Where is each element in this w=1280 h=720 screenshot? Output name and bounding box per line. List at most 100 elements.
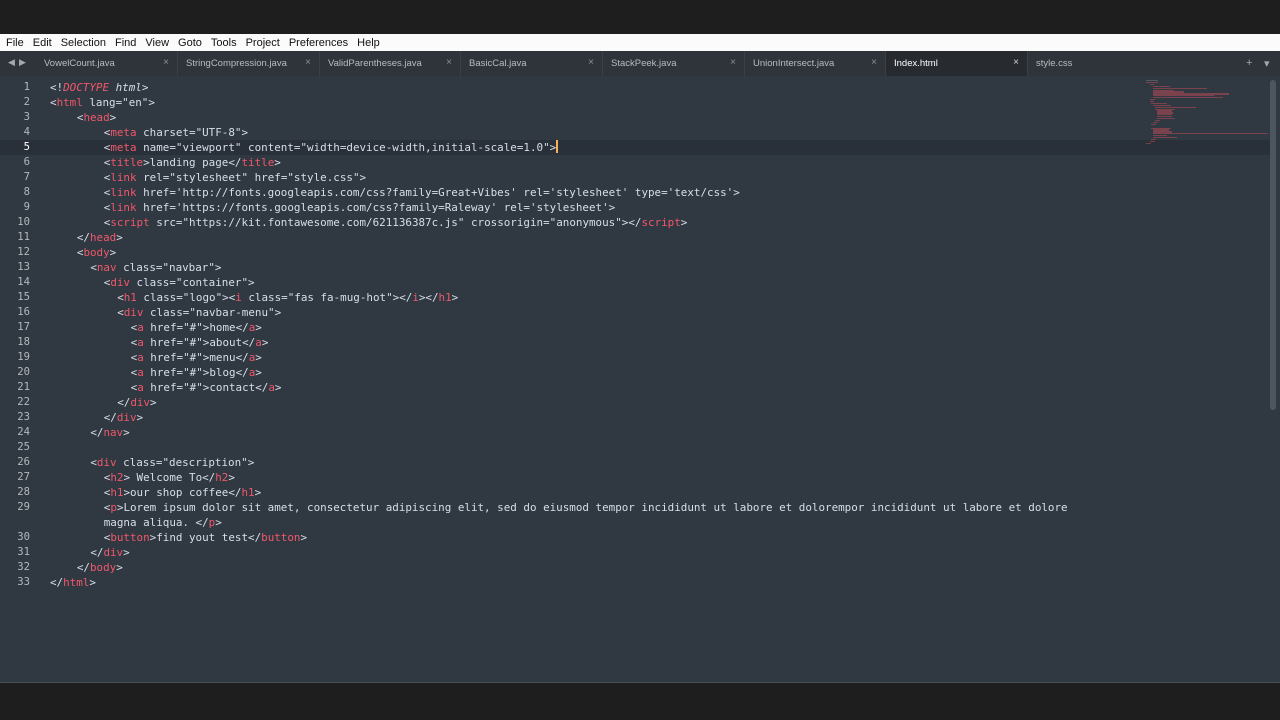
code-token: </ [255,381,269,394]
code-line[interactable]: </body> [77,560,123,575]
code-line[interactable]: <link rel="stylesheet" href="style.css"> [104,170,366,185]
tab-stringcompression[interactable]: StringCompression.java × [178,51,320,76]
code-line[interactable]: <nav class="navbar"> [90,260,221,275]
line-number: 16 [17,306,30,318]
menu-file[interactable]: File [3,37,27,49]
menu-selection[interactable]: Selection [58,37,109,49]
code-line[interactable]: <a href="#">about</a> [131,335,269,350]
code-token: </ [242,336,256,349]
code-line[interactable]: <!DOCTYPE html> [50,80,148,95]
minimap[interactable] [1146,80,1268,150]
close-icon[interactable]: × [163,57,169,68]
code-line[interactable]: <a href="#">contact</a> [131,380,282,395]
code-token: </ [117,396,131,409]
code-token: 'stylesheet' [529,201,609,214]
code-token: </ [202,471,216,484]
code-line[interactable]: <meta name="viewport" content="width=dev… [104,140,559,155]
code-line[interactable]: <div class="description"> [90,455,254,470]
code-token: "navbar" [162,261,215,274]
code-token: h2 [215,471,229,484]
code-line[interactable]: <meta charset="UTF-8"> [104,125,248,140]
code-line[interactable]: <title>landing page</title> [104,155,281,170]
code-token: > [359,171,367,184]
code-line[interactable]: </div> [104,410,143,425]
tab-scroll-right-icon[interactable]: ▶ [19,57,26,68]
code-line[interactable]: <script src="https://kit.fontawesome.com… [104,215,688,230]
menu-preferences[interactable]: Preferences [286,37,351,49]
code-line[interactable]: <a href="#">blog</a> [131,365,262,380]
tab-unionintersect[interactable]: UnionIntersect.java × [745,51,886,76]
tab-list-icon[interactable]: ▾ [1264,57,1270,70]
tab-stackpeek[interactable]: StackPeek.java × [603,51,745,76]
tab-scroll-left-icon[interactable]: ◀ [8,57,15,68]
code-line[interactable]: magna aliqua. </p> [104,515,222,530]
code-token: "style.css" [287,171,360,184]
code-token: src= [149,216,183,229]
code-line[interactable]: <html lang="en"> [50,95,155,110]
menu-help[interactable]: Help [354,37,383,49]
tab-validparentheses[interactable]: ValidParentheses.java × [320,51,461,76]
close-icon[interactable]: × [730,57,736,68]
line-number: 23 [17,411,30,423]
code-line[interactable]: </div> [90,545,129,560]
close-icon[interactable]: × [588,57,594,68]
code-token: > [149,396,157,409]
close-icon[interactable]: × [305,57,311,68]
code-token: "navbar-menu" [189,306,275,319]
code-line[interactable]: <h1 class="logo"><i class="fas fa-mug-ho… [117,290,458,305]
code-line[interactable]: <a href="#">menu</a> [131,350,262,365]
code-line[interactable]: </nav> [90,425,129,440]
code-line[interactable]: <link href='https://fonts.googleapis.com… [104,200,615,215]
line-number: 12 [17,246,30,258]
code-line[interactable]: <h2> Welcome To</h2> [104,470,235,485]
menu-goto[interactable]: Goto [175,37,205,49]
code-token: h1 [123,291,137,304]
tab-style-css[interactable]: style.css [1028,51,1170,76]
code-token: > [123,546,130,559]
menu-view[interactable]: View [142,37,172,49]
code-line[interactable]: </div> [117,395,156,410]
close-icon[interactable]: × [446,57,452,68]
new-tab-icon[interactable]: + [1246,57,1252,69]
menu-edit[interactable]: Edit [30,37,55,49]
close-icon[interactable]: × [1013,57,1019,68]
code-line[interactable]: <a href="#">home</a> [131,320,262,335]
code-token: about [209,336,243,349]
code-token: href= [143,351,184,364]
code-line[interactable]: <body> [77,245,116,260]
code-token: meta [110,126,137,139]
code-token: rel= [136,171,170,184]
menu-project[interactable]: Project [243,37,283,49]
close-icon[interactable]: × [871,57,877,68]
code-line[interactable]: <p>Lorem ipsum dolor sit amet, consectet… [104,500,1068,515]
code-line[interactable]: <div class="navbar-menu"> [117,305,281,320]
menu-tools[interactable]: Tools [208,37,240,49]
code-token: lang= [82,96,123,109]
menu-find[interactable]: Find [112,37,139,49]
tab-index-html[interactable]: Index.html × [886,51,1028,76]
text-caret [556,140,559,153]
code-line[interactable]: <h1>our shop coffee</h1> [104,485,261,500]
line-number: 10 [17,216,30,228]
code-token: class= [116,456,163,469]
code-line[interactable]: <head> [77,110,116,125]
vertical-scrollbar[interactable] [1270,80,1276,410]
code-line[interactable]: <button>find yout test</button> [104,530,307,545]
tab-basiccal[interactable]: BasicCal.java × [461,51,603,76]
code-token: "fas fa-mug-hot" [287,291,393,304]
code-editor[interactable]: 1 2 3 4 5 6 7 8 9 10 11 12 13 14 15 16 17 18 19 20 21 22 23 24 2… [0,76,1280,682]
tab-vowelcount[interactable]: VowelCount.java × [36,51,178,76]
code-token: > [255,351,262,364]
code-token: </ [76,561,90,574]
code-line[interactable]: <div class="container"> [104,275,255,290]
code-line[interactable]: <link href='http://fonts.googleapis.com/… [104,185,740,200]
code-token: contact [209,381,256,394]
code-token: ></ [418,291,439,304]
menu-bar: File Edit Selection Find View Goto Tools… [0,34,1280,51]
line-number: 21 [17,381,30,393]
code-token: head [90,231,117,244]
code-token: > [680,216,688,229]
code-line[interactable]: </html> [50,575,96,590]
code-line[interactable]: </head> [77,230,123,245]
code-token: 'text/css' [667,186,734,199]
